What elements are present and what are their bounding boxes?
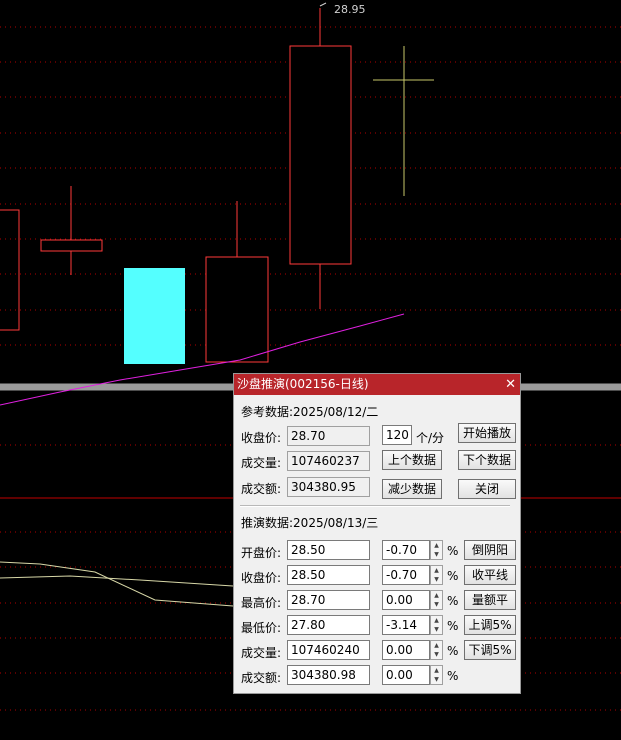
sim-open-spinner[interactable]: ▲ ▼ bbox=[430, 540, 443, 560]
spin-down-icon[interactable]: ▼ bbox=[431, 675, 442, 684]
candle-5[interactable] bbox=[289, 8, 352, 309]
sim-header: 推演数据:2025/08/13/三 bbox=[241, 516, 379, 530]
spin-up-icon[interactable]: ▲ bbox=[431, 566, 442, 575]
peak-marker bbox=[319, 2, 327, 7]
sim-low-spinner[interactable]: ▲ ▼ bbox=[430, 615, 443, 635]
speed-unit: 个/分 bbox=[416, 431, 445, 445]
spin-up-icon[interactable]: ▲ bbox=[431, 591, 442, 600]
dialog-titlebar[interactable]: 沙盘推演(002156-日线) ✕ bbox=[234, 374, 520, 395]
pct-unit: % bbox=[447, 644, 459, 658]
sim-volume-input[interactable]: 107460240 bbox=[287, 640, 370, 660]
spin-up-icon[interactable]: ▲ bbox=[431, 541, 442, 550]
spin-down-icon[interactable]: ▼ bbox=[431, 575, 442, 584]
dialog-title: 沙盘推演(002156-日线) bbox=[237, 377, 369, 391]
sim-close-input[interactable]: 28.50 bbox=[287, 565, 370, 585]
raise-5pct-button[interactable]: 上调5% bbox=[464, 615, 516, 635]
flat-volume-amount-button[interactable]: 量额平 bbox=[464, 590, 516, 610]
pct-unit: % bbox=[447, 594, 459, 608]
ref-volume-field: 107460237 bbox=[287, 451, 370, 471]
sim-volume-spinner[interactable]: ▲ ▼ bbox=[430, 640, 443, 660]
sim-low-label: 最低价: bbox=[241, 621, 282, 635]
sim-close-spinner[interactable]: ▲ ▼ bbox=[430, 565, 443, 585]
reduce-data-button[interactable]: 减少数据 bbox=[382, 479, 442, 499]
sim-amount-pct-input[interactable]: 0.00 bbox=[382, 665, 430, 685]
pct-unit: % bbox=[447, 619, 459, 633]
sim-high-spinner[interactable]: ▲ ▼ bbox=[430, 590, 443, 610]
ref-amount-field: 304380.95 bbox=[287, 477, 370, 497]
flat-close-button[interactable]: 收平线 bbox=[464, 565, 516, 585]
peak-price-label: 28.95 bbox=[334, 3, 366, 16]
pct-unit: % bbox=[447, 669, 459, 683]
sim-amount-spinner[interactable]: ▲ ▼ bbox=[430, 665, 443, 685]
sim-high-pct-input[interactable]: 0.00 bbox=[382, 590, 430, 610]
prev-data-button[interactable]: 上个数据 bbox=[382, 450, 442, 470]
pct-unit: % bbox=[447, 544, 459, 558]
ref-close-label: 收盘价: bbox=[241, 431, 282, 445]
sim-amount-input[interactable]: 304380.98 bbox=[287, 665, 370, 685]
sim-high-label: 最高价: bbox=[241, 596, 282, 610]
spin-down-icon[interactable]: ▼ bbox=[431, 600, 442, 609]
ref-volume-label: 成交量: bbox=[241, 456, 282, 470]
speed-input[interactable]: 120 bbox=[382, 425, 412, 445]
sim-volume-pct-input[interactable]: 0.00 bbox=[382, 640, 430, 660]
spin-down-icon[interactable]: ▼ bbox=[431, 550, 442, 559]
candle-6-simulated[interactable] bbox=[373, 46, 434, 196]
pct-unit: % bbox=[447, 569, 459, 583]
spin-down-icon[interactable]: ▼ bbox=[431, 625, 442, 634]
spin-up-icon[interactable]: ▲ bbox=[431, 641, 442, 650]
sandbox-dialog: 沙盘推演(002156-日线) ✕ 参考数据:2025/08/12/二 收盘价:… bbox=[233, 373, 521, 694]
invert-candle-button[interactable]: 倒阴阳 bbox=[464, 540, 516, 560]
spin-down-icon[interactable]: ▼ bbox=[431, 650, 442, 659]
sim-volume-label: 成交量: bbox=[241, 646, 282, 660]
section-divider bbox=[240, 505, 510, 507]
lower-5pct-button[interactable]: 下调5% bbox=[464, 640, 516, 660]
sim-close-pct-input[interactable]: -0.70 bbox=[382, 565, 430, 585]
ref-header: 参考数据:2025/08/12/二 bbox=[241, 405, 379, 419]
close-button[interactable]: 关闭 bbox=[458, 479, 516, 499]
close-icon[interactable]: ✕ bbox=[505, 374, 516, 395]
sim-open-input[interactable]: 28.50 bbox=[287, 540, 370, 560]
sim-open-pct-input[interactable]: -0.70 bbox=[382, 540, 430, 560]
sim-amount-label: 成交额: bbox=[241, 671, 282, 685]
candle-4[interactable] bbox=[205, 201, 269, 363]
sim-close-label: 收盘价: bbox=[241, 571, 282, 585]
start-play-button[interactable]: 开始播放 bbox=[458, 423, 516, 443]
sub-chart-line-2 bbox=[0, 575, 234, 587]
sim-low-pct-input[interactable]: -3.14 bbox=[382, 615, 430, 635]
candle-3[interactable] bbox=[124, 268, 185, 364]
candle-1[interactable] bbox=[0, 209, 20, 331]
next-data-button[interactable]: 下个数据 bbox=[458, 450, 516, 470]
ref-close-field: 28.70 bbox=[287, 426, 370, 446]
spin-up-icon[interactable]: ▲ bbox=[431, 666, 442, 675]
spin-up-icon[interactable]: ▲ bbox=[431, 616, 442, 625]
sim-low-input[interactable]: 27.80 bbox=[287, 615, 370, 635]
sim-high-input[interactable]: 28.70 bbox=[287, 590, 370, 610]
candle-2[interactable] bbox=[40, 186, 103, 275]
ref-amount-label: 成交额: bbox=[241, 482, 282, 496]
sim-open-label: 开盘价: bbox=[241, 546, 282, 560]
